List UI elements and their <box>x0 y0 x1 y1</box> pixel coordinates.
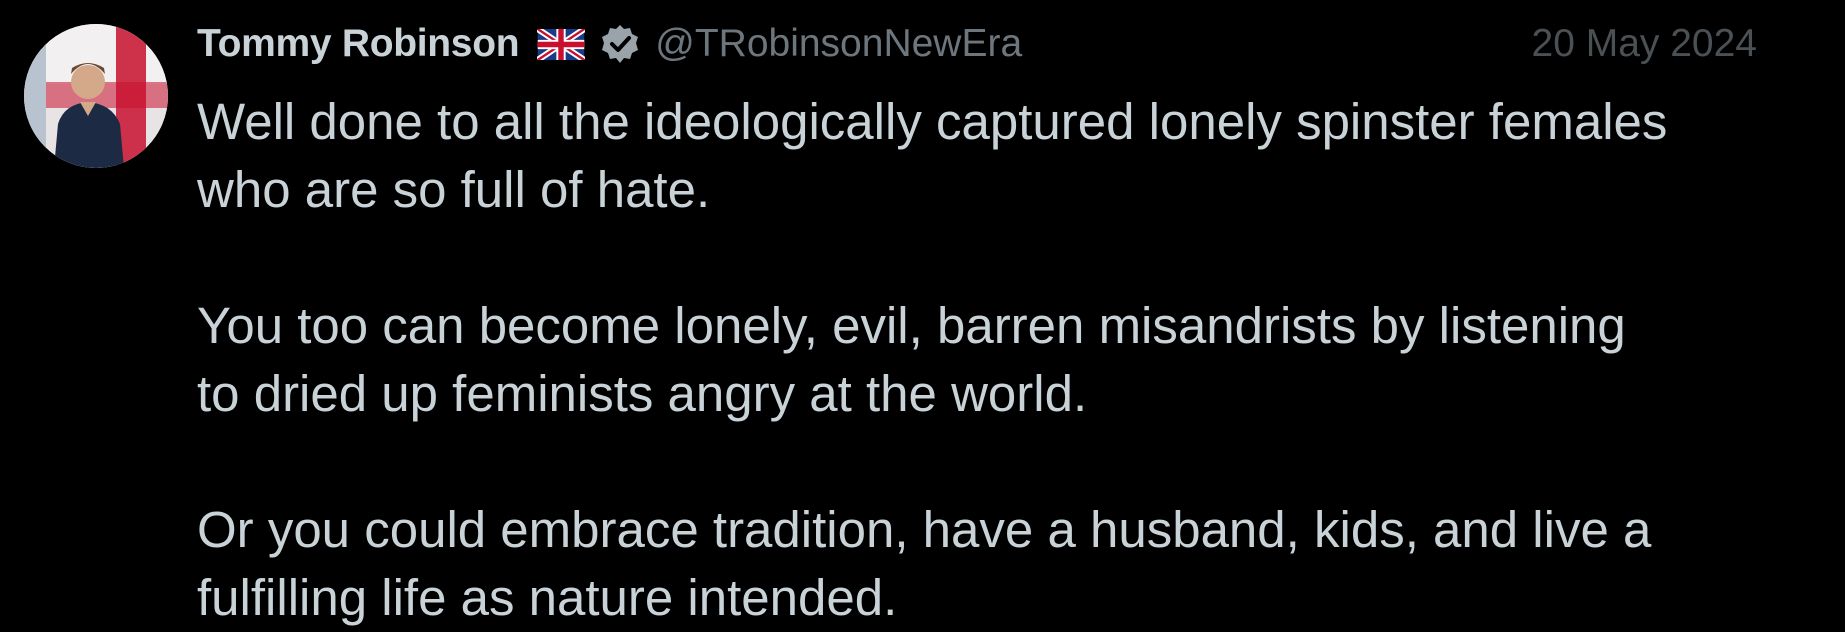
avatar-photo <box>24 24 168 168</box>
tweet-paragraph: You too can become lonely, evil, barren … <box>197 297 1626 422</box>
tweet-card[interactable]: Tommy Robinson @TRobinsonNewEra 20 May 2… <box>0 0 1845 626</box>
author-name[interactable]: Tommy Robinson <box>197 22 520 66</box>
tweet-paragraph: Or you could embrace tradition, have a h… <box>197 501 1652 626</box>
tweet-paragraph: Well done to all the ideologically captu… <box>197 93 1668 218</box>
tweet-text: Well done to all the ideologically captu… <box>197 88 1797 632</box>
tweet-header: Tommy Robinson @TRobinsonNewEra 20 May 2… <box>197 18 1757 70</box>
author-handle[interactable]: @TRobinsonNewEra <box>655 22 1022 66</box>
verified-badge-icon <box>599 23 641 65</box>
avatar[interactable] <box>24 24 168 168</box>
uk-flag-icon <box>536 25 587 63</box>
tweet-date[interactable]: 20 May 2024 <box>1532 22 1758 66</box>
